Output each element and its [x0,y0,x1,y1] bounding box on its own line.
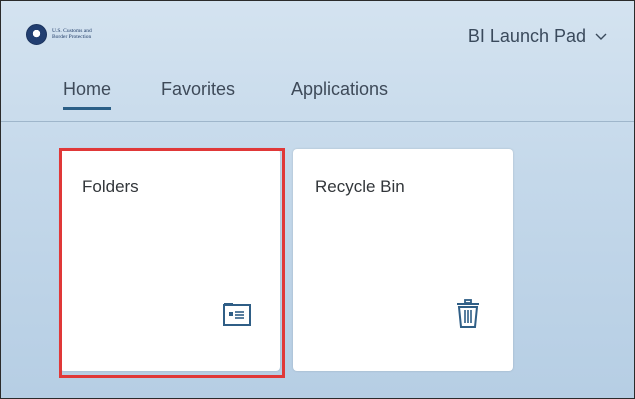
tab-applications[interactable]: Applications [291,79,388,110]
tab-applications-label: Applications [291,79,389,99]
tab-home[interactable]: Home [63,79,112,110]
chevron-down-icon [595,33,607,40]
tile-recycle-bin-title: Recycle Bin [315,177,405,196]
logo-text: U.S. Customs and Border Protection [52,28,92,40]
tile-folders[interactable]: Folders [60,149,280,371]
cbp-logo: U.S. Customs and Border Protection [26,23,92,45]
tab-favorites-label: Favorites [161,79,236,99]
tab-home-label: Home [63,79,112,99]
tile-folders-title: Folders [82,177,139,196]
cbp-seal-icon [26,23,47,45]
logo-line-2: Border Protection [52,34,92,40]
folder-card-icon [223,303,251,326]
launchpad-label: BI Launch Pad [467,25,586,46]
launchpad-menu-button[interactable]: BI Launch Pad [468,25,608,47]
bi-launchpad-window: U.S. Customs and Border Protection BI La… [0,0,635,399]
tile-recycle-bin[interactable]: Recycle Bin [293,149,513,371]
tab-favorites[interactable]: Favorites [161,79,235,110]
trash-icon [457,299,479,328]
tab-bar: Home Favorites Applications [1,69,634,122]
shell-header: U.S. Customs and Border Protection BI La… [1,1,634,69]
